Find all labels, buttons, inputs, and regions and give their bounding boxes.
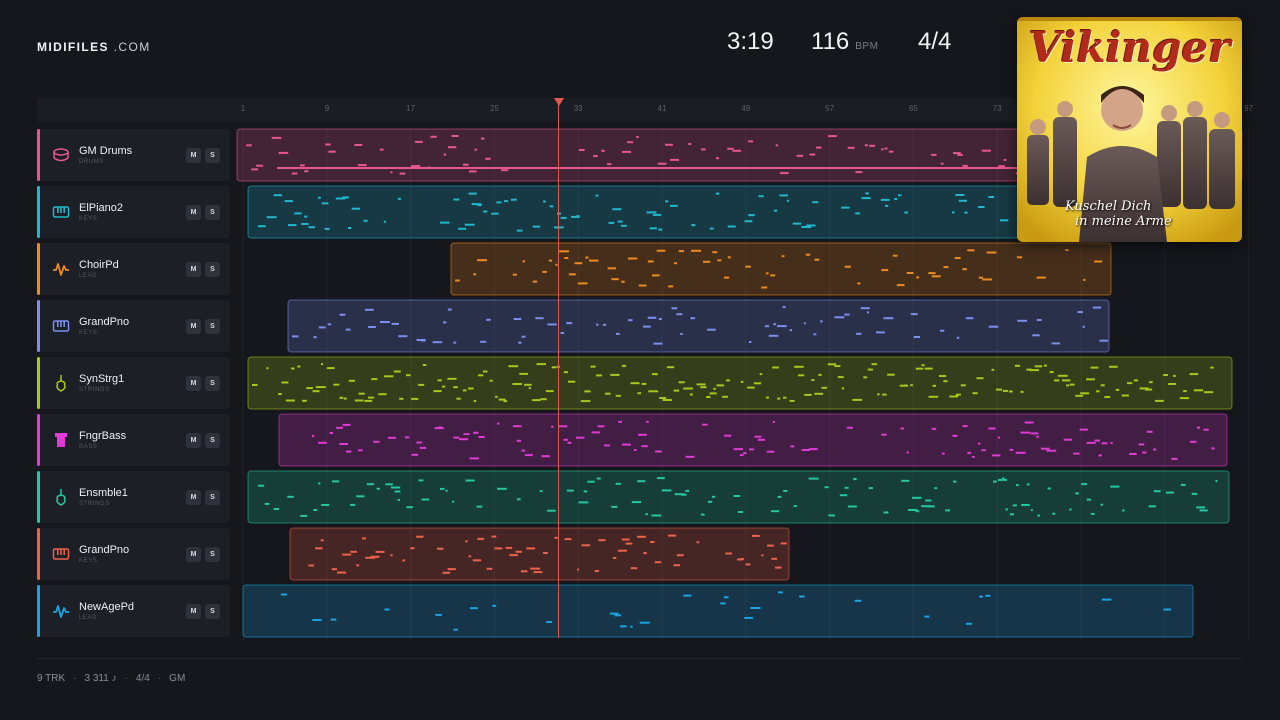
footer-note-count: 3 311 ♪: [84, 673, 117, 684]
midi-region[interactable]: [247, 356, 1233, 410]
midi-region[interactable]: [242, 584, 1194, 638]
midi-region[interactable]: [278, 413, 1228, 467]
album-title-line1: Kuschel Dich: [1065, 199, 1152, 214]
midi-region[interactable]: [247, 185, 1029, 239]
album-cover: Vikinger Kuschel Dich in meine Arme: [1017, 17, 1242, 242]
footer-signature: 4/4: [135, 673, 150, 684]
album-artist: Vikinger: [1028, 23, 1231, 72]
midi-region[interactable]: [450, 242, 1112, 296]
footer-divider: [37, 658, 1242, 659]
playhead-handle[interactable]: [554, 98, 564, 106]
footer-track-count: 9 TRK: [37, 673, 66, 684]
playhead[interactable]: [558, 104, 559, 638]
album-title-line2: in meine Arme: [1075, 214, 1172, 229]
midi-region[interactable]: [287, 299, 1110, 353]
footer-stats: 9 TRK · 3 311 ♪ · 4/4 · GM: [37, 673, 186, 684]
footer-standard: GM: [169, 673, 186, 684]
